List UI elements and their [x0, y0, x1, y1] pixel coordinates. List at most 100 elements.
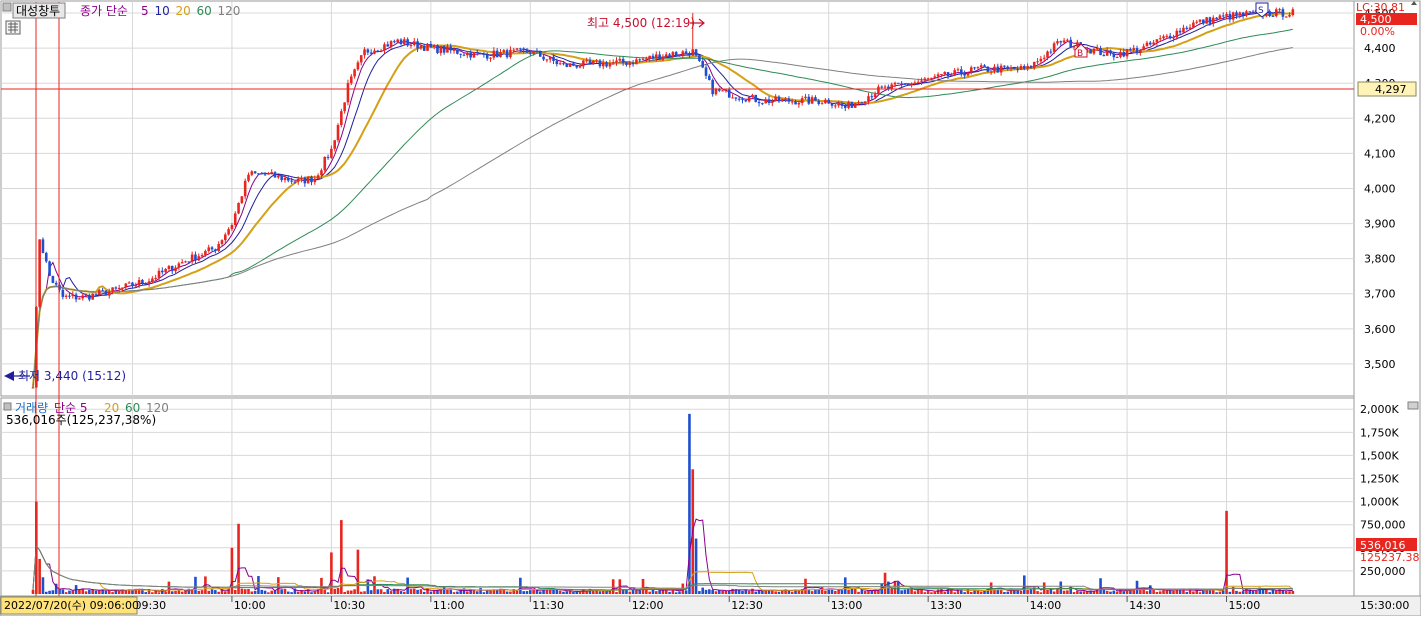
volume-bar: [834, 590, 837, 594]
candle-body: [161, 270, 164, 273]
candle-body: [98, 290, 101, 295]
candle-body: [824, 99, 827, 104]
volume-bar: [449, 589, 453, 594]
volume-bar: [412, 588, 416, 594]
candle-body: [771, 101, 774, 103]
candle-body: [61, 289, 65, 297]
candle-body: [784, 98, 787, 100]
candle-body: [887, 86, 890, 89]
candle-body: [525, 49, 529, 53]
volume-bar: [1072, 592, 1076, 594]
volume-bar: [1271, 589, 1275, 594]
candle-body: [449, 46, 453, 51]
volume-bar: [774, 591, 777, 594]
candle-body: [678, 55, 681, 57]
candle-body: [950, 74, 953, 77]
candle-body: [900, 83, 903, 85]
sell-marker-label: S: [1258, 6, 1264, 16]
candle-body: [44, 252, 48, 262]
volume-bar: [482, 592, 486, 594]
candle-body: [217, 244, 220, 251]
volume-bar: [379, 589, 383, 594]
candle-body: [1221, 15, 1225, 17]
volume-panel-close-icon[interactable]: [1407, 401, 1419, 410]
candle-body: [1165, 35, 1169, 37]
candle-body: [492, 50, 496, 58]
volume-bar: [1168, 590, 1172, 594]
time-tick-label: 10:30: [333, 599, 365, 612]
volume-bar: [240, 588, 244, 594]
candle-body: [154, 277, 157, 279]
candle-body: [734, 97, 738, 99]
volume-bar: [678, 591, 681, 594]
candle-body: [764, 99, 767, 104]
volume-bar: [64, 592, 68, 594]
volume-panel-menu-icon[interactable]: [3, 402, 12, 411]
candle-body: [979, 65, 983, 68]
volume-bar: [1099, 578, 1102, 594]
candle-body: [257, 173, 260, 175]
candle-body: [41, 239, 45, 253]
candle-body: [1155, 39, 1159, 43]
volume-bar: [200, 590, 204, 594]
volume-bar: [1238, 591, 1242, 594]
volume-bar: [442, 586, 446, 594]
candle-body: [731, 97, 734, 99]
volume-bar: [472, 589, 476, 594]
candle-body: [260, 173, 264, 175]
candle-body: [810, 97, 814, 104]
candle-body: [117, 287, 121, 289]
volume-bar: [529, 590, 532, 594]
candle-body: [396, 39, 399, 43]
current-change-label: 0.00%: [1360, 25, 1395, 38]
volume-tick-label: 750,000: [1360, 519, 1406, 532]
volume-bar: [310, 592, 313, 594]
panel-menu-icon[interactable]: [2, 2, 12, 12]
candle-body: [1281, 9, 1285, 17]
candle-body: [552, 56, 555, 61]
volume-bar: [993, 589, 996, 594]
candle-body: [293, 181, 297, 183]
volume-bar: [290, 592, 293, 594]
candle-body: [273, 172, 277, 178]
volume-tick-label: 250,000: [1360, 565, 1406, 578]
candle-body: [548, 56, 552, 60]
volume-bar: [1062, 590, 1066, 594]
volume-bar: [953, 592, 956, 594]
candle-body: [456, 49, 459, 54]
volume-bar: [376, 589, 380, 594]
stock-chart-window: 3,500 3,600 3,700 3,800 3,900 4,000 4,100 4,200…: [0, 0, 1421, 617]
candle-body: [578, 66, 582, 68]
candle-body: [283, 177, 287, 181]
candle-body: [1023, 66, 1026, 69]
volume-bar: [741, 590, 744, 594]
candle-body: [777, 96, 781, 102]
candle-body: [134, 285, 138, 287]
candle-body: [1029, 66, 1033, 69]
candle-body: [1231, 12, 1235, 20]
candle-body: [648, 55, 651, 59]
volume-bar: [111, 592, 114, 594]
candle-body: [1105, 50, 1109, 56]
candle-body: [906, 83, 910, 86]
candle-body: [850, 101, 854, 108]
candle-body: [157, 270, 161, 278]
chart-canvas[interactable]: 3,500 3,600 3,700 3,800 3,900 4,000 4,100 4,200…: [0, 0, 1421, 617]
time-tick-label: 12:30: [731, 599, 763, 612]
candle-body: [177, 263, 181, 268]
candle-body: [197, 256, 201, 261]
candle-body: [406, 39, 409, 46]
volume-bar: [475, 591, 479, 594]
candle-body: [472, 51, 476, 58]
volume-bar: [1026, 589, 1029, 594]
candle-body: [787, 98, 791, 102]
legend-item: 10: [155, 4, 170, 18]
time-tick-label: 11:00: [433, 599, 465, 612]
volume-bar: [890, 588, 893, 594]
volume-bar: [104, 590, 108, 594]
candle-body: [1139, 50, 1142, 53]
volume-bar: [296, 591, 300, 594]
volume-bar: [1274, 590, 1278, 594]
volume-bar: [1192, 591, 1195, 594]
candle-body: [336, 124, 340, 141]
